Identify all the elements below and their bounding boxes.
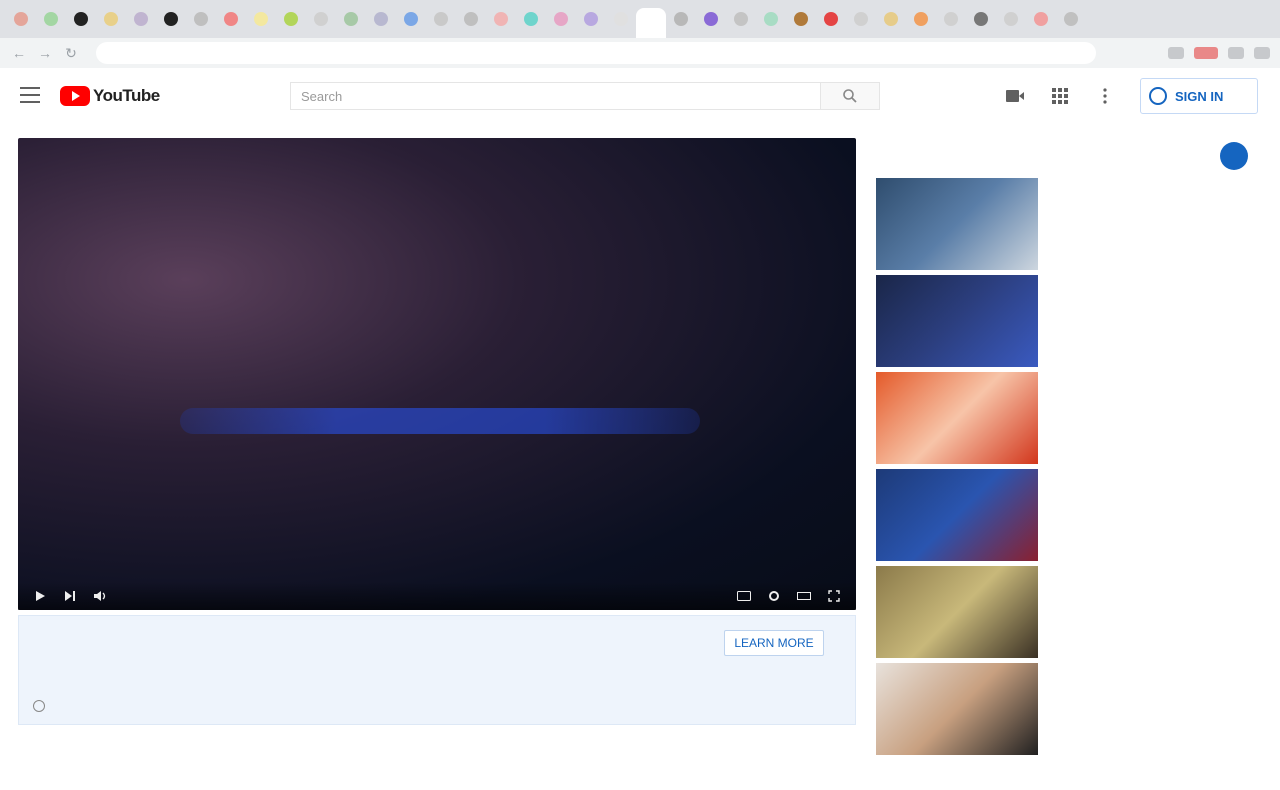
search-button[interactable] xyxy=(820,82,880,110)
extension-icons xyxy=(1168,47,1270,59)
ad-link[interactable] xyxy=(33,700,51,712)
apps-icon[interactable] xyxy=(1050,86,1070,106)
video-thumbnail[interactable] xyxy=(876,275,1038,367)
tab-favicon-icon[interactable] xyxy=(524,12,538,26)
tab-favicon-icon[interactable] xyxy=(104,12,118,26)
player-controls xyxy=(18,582,856,610)
tab-favicon-icon[interactable] xyxy=(734,12,748,26)
recommended-video[interactable] xyxy=(876,469,1256,566)
extension-icon[interactable] xyxy=(1194,47,1218,59)
video-player[interactable] xyxy=(18,138,856,610)
recommended-video[interactable] xyxy=(876,566,1256,663)
recommended-video[interactable] xyxy=(876,178,1256,275)
tab-favicon-icon[interactable] xyxy=(284,12,298,26)
tab-favicon-icon[interactable] xyxy=(704,12,718,26)
globe-icon xyxy=(33,700,45,712)
play-icon[interactable] xyxy=(32,588,48,604)
tab-favicon-icon[interactable] xyxy=(1064,12,1078,26)
active-tab[interactable] xyxy=(636,8,666,38)
url-field[interactable] xyxy=(96,42,1096,64)
video-thumbnail[interactable] xyxy=(876,469,1038,561)
settings-icon[interactable] xyxy=(766,588,782,604)
fullscreen-icon[interactable] xyxy=(826,588,842,604)
account-icon xyxy=(1149,87,1167,105)
more-icon[interactable] xyxy=(1095,86,1115,106)
search-bar xyxy=(290,82,880,110)
youtube-logo[interactable]: YouTube xyxy=(60,86,160,106)
captions-icon[interactable] xyxy=(736,588,752,604)
tab-favicon-icon[interactable] xyxy=(344,12,358,26)
ad-info-panel: LEARN MORE xyxy=(18,615,856,725)
tab-favicon-icon[interactable] xyxy=(764,12,778,26)
tab-favicon-icon[interactable] xyxy=(914,12,928,26)
play-logo-icon xyxy=(60,86,90,106)
tab-favicon-icon[interactable] xyxy=(1004,12,1018,26)
tab-favicon-icon[interactable] xyxy=(1034,12,1048,26)
tab-favicon-icon[interactable] xyxy=(14,12,28,26)
recommended-video-info xyxy=(1048,178,1238,275)
sign-in-button[interactable]: SIGN IN xyxy=(1140,78,1258,114)
search-icon xyxy=(843,89,857,103)
logo-text: YouTube xyxy=(93,86,160,105)
recommended-video[interactable] xyxy=(876,275,1256,372)
tab-favicon-icon[interactable] xyxy=(134,12,148,26)
tab-favicon-icon[interactable] xyxy=(164,12,178,26)
search-input[interactable] xyxy=(290,82,820,110)
tab-favicon-icon[interactable] xyxy=(494,12,508,26)
video-thumbnail[interactable] xyxy=(876,178,1038,270)
tab-favicon-icon[interactable] xyxy=(884,12,898,26)
tab-favicon-icon[interactable] xyxy=(374,12,388,26)
recommended-video-info xyxy=(1048,372,1238,469)
tab-favicon-icon[interactable] xyxy=(584,12,598,26)
back-icon[interactable]: ← xyxy=(10,44,28,62)
recommended-video-info xyxy=(1048,275,1238,372)
sign-in-label: SIGN IN xyxy=(1175,88,1224,104)
menu-icon[interactable] xyxy=(20,87,40,103)
video-thumbnail[interactable] xyxy=(876,663,1038,755)
tab-favicon-icon[interactable] xyxy=(404,12,418,26)
tab-favicon-icon[interactable] xyxy=(464,12,478,26)
star-icon[interactable] xyxy=(1168,47,1184,59)
tab-favicon-icon[interactable] xyxy=(554,12,568,26)
profile-icon[interactable] xyxy=(1254,47,1270,59)
tab-favicon-icon[interactable] xyxy=(434,12,448,26)
recommended-video[interactable] xyxy=(876,663,1256,760)
forward-icon[interactable]: → xyxy=(36,44,54,62)
tab-favicon-icon[interactable] xyxy=(614,12,628,26)
video-thumbnail[interactable] xyxy=(876,566,1038,658)
tab-favicon-icon[interactable] xyxy=(224,12,238,26)
tab-favicon-icon[interactable] xyxy=(194,12,208,26)
tab-favicon-icon[interactable] xyxy=(824,12,838,26)
tab-favicon-icon[interactable] xyxy=(854,12,868,26)
next-icon[interactable] xyxy=(62,588,78,604)
recommended-video-info xyxy=(1048,469,1238,566)
volume-icon[interactable] xyxy=(92,588,108,604)
video-thumbnail[interactable] xyxy=(876,372,1038,464)
video-highlight-bar xyxy=(180,408,700,434)
learn-more-button[interactable]: LEARN MORE xyxy=(724,630,824,656)
extension-icon[interactable] xyxy=(1228,47,1244,59)
browser-address-bar: ← → ↻ xyxy=(0,38,1280,68)
upload-icon[interactable] xyxy=(1005,86,1025,106)
recommendation-list xyxy=(876,178,1256,760)
tab-favicon-icon[interactable] xyxy=(794,12,808,26)
site-header: YouTube SIGN IN xyxy=(0,68,1280,124)
recommended-video-info xyxy=(1048,663,1238,760)
autoplay-toggle[interactable] xyxy=(1220,142,1248,170)
sidebar-header xyxy=(880,142,1260,170)
tab-favicon-icon[interactable] xyxy=(44,12,58,26)
tab-favicon-icon[interactable] xyxy=(974,12,988,26)
theater-mode-icon[interactable] xyxy=(796,588,812,604)
browser-tab-strip xyxy=(0,0,1280,38)
tab-favicon-icon[interactable] xyxy=(674,12,688,26)
video-cta-text xyxy=(360,498,520,522)
tab-favicon-icon[interactable] xyxy=(944,12,958,26)
tab-favicon-icon[interactable] xyxy=(314,12,328,26)
reload-icon[interactable]: ↻ xyxy=(62,44,80,62)
recommended-video-info xyxy=(1048,566,1238,663)
tab-favicon-icon[interactable] xyxy=(254,12,268,26)
recommended-video[interactable] xyxy=(876,372,1256,469)
tab-favicon-icon[interactable] xyxy=(74,12,88,26)
